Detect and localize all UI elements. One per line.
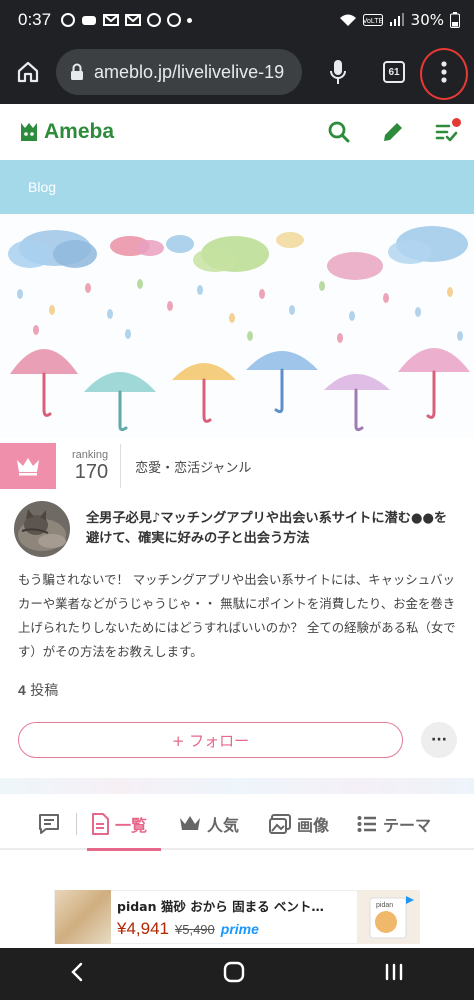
ad-choices-icon[interactable] xyxy=(405,895,415,905)
tab-count: 61 xyxy=(383,61,405,83)
ameba-mascot-icon xyxy=(21,123,37,141)
tab-switcher-button[interactable]: 61 xyxy=(374,40,414,104)
app-icon xyxy=(147,13,162,27)
blog-title[interactable]: 全男子必見♪マッチングアプリや出会い系サイトに潜む●●を避けて、確実に好みの子と… xyxy=(86,509,460,549)
crown-icon xyxy=(180,816,201,830)
ranking-divider xyxy=(120,444,122,488)
ranking-value: 170 xyxy=(74,460,109,483)
search-icon xyxy=(328,121,350,143)
blog-header-image xyxy=(0,214,474,438)
recents-icon xyxy=(386,963,403,981)
more-options-button[interactable]: ··· xyxy=(421,722,457,758)
product-bag-icon: pidan xyxy=(369,897,407,939)
back-button[interactable] xyxy=(70,962,84,986)
post-count-value: 4 xyxy=(18,682,26,698)
highlight-circle xyxy=(420,48,468,100)
signal-icon xyxy=(389,13,404,26)
blog-profile: 全男子必見♪マッチングアプリや出会い系サイトに潜む●●を避けて、確実に好みの子と… xyxy=(14,500,460,558)
tab-separator xyxy=(76,813,77,835)
ranking-badge xyxy=(0,443,56,489)
notification-badge xyxy=(452,118,461,127)
follow-button[interactable]: + フォロー xyxy=(18,722,403,758)
pet-icon xyxy=(82,16,97,25)
rain-umbrella-illustration xyxy=(8,226,470,432)
gmail-icon xyxy=(125,14,142,26)
ranking-genre[interactable]: 恋愛・恋活ジャンル xyxy=(135,457,251,476)
write-post-button[interactable] xyxy=(366,104,420,160)
browser-toolbar: ameblo.jp/livelivelive-19 61 xyxy=(0,40,474,104)
ranking-row[interactable]: ranking 170 恋愛・恋活ジャンル xyxy=(0,440,474,492)
home-nav-button[interactable] xyxy=(223,961,245,987)
browser-menu-button[interactable] xyxy=(414,40,474,104)
cat-photo xyxy=(14,501,70,557)
system-nav-bar xyxy=(0,948,474,1000)
back-icon xyxy=(70,962,82,982)
list-icon xyxy=(357,816,377,832)
comment-tab[interactable] xyxy=(0,813,60,835)
address-bar[interactable]: ameblo.jp/livelivelive-19 xyxy=(56,49,302,95)
microphone-icon xyxy=(330,60,346,84)
tab-label: 一覧 xyxy=(115,816,148,835)
ameba-header: Ameba xyxy=(0,104,474,160)
home-button[interactable] xyxy=(0,40,56,104)
recents-button[interactable] xyxy=(384,963,404,985)
home-icon xyxy=(17,61,39,83)
notifications-button[interactable] xyxy=(420,104,474,160)
ad-old-price: ¥5,490 xyxy=(175,921,215,937)
blog-label[interactable]: Blog xyxy=(28,179,56,195)
blog-band: Blog xyxy=(0,160,474,214)
post-count-label: 投稿 xyxy=(30,683,59,699)
tab-list[interactable]: 一覧 xyxy=(86,799,162,851)
ameba-logo[interactable]: Ameba xyxy=(18,119,114,145)
app-icon xyxy=(167,13,182,27)
ranking-label: ranking xyxy=(72,448,109,461)
search-button[interactable] xyxy=(312,104,366,160)
tab-images[interactable]: 画像 xyxy=(269,799,329,849)
tab-popular[interactable]: 人気 xyxy=(179,799,239,849)
blog-tabs: 一覧 人気 画像 テーマ xyxy=(0,799,474,851)
tab-label: テーマ xyxy=(383,816,432,835)
logo-text: Ameba xyxy=(44,120,115,143)
svg-text:VoLTE: VoLTE xyxy=(363,18,383,25)
decorative-strip xyxy=(0,778,474,794)
notification-icons xyxy=(61,13,193,27)
ad-title: pidan 猫砂 おから 固まる ベント… xyxy=(117,898,324,914)
status-bar: 0:37 VoLTE 30% xyxy=(0,0,474,40)
pencil-icon xyxy=(384,123,402,141)
tab-label: 人気 xyxy=(207,816,240,835)
document-icon xyxy=(92,813,109,835)
post-count: 4 投稿 xyxy=(18,680,58,700)
ad-banner[interactable]: pidan 猫砂 おから 固まる ベント… ¥4,941 ¥5,490 prim… xyxy=(54,890,420,944)
blog-description: もう騙されないで！ マッチングアプリや出会い系サイトには、キャッシュバッカーや業… xyxy=(18,572,456,659)
ad-price: ¥4,941 xyxy=(117,918,169,938)
voice-search-button[interactable] xyxy=(302,40,374,104)
comment-list-icon xyxy=(39,814,59,834)
ad-product-image xyxy=(55,890,111,944)
tab-themes[interactable]: テーマ xyxy=(357,799,431,849)
clock: 0:37 xyxy=(18,10,52,29)
wifi-icon xyxy=(339,14,356,26)
more-notifications-icon xyxy=(187,17,193,23)
ad-thumb-brand: pidan xyxy=(376,902,393,909)
url-text: ameblo.jp/livelivelive-19 xyxy=(94,61,285,82)
tab-label: 画像 xyxy=(297,816,330,835)
ad-prime-badge: prime xyxy=(220,920,259,937)
gmail-icon xyxy=(103,14,120,26)
volte-icon: VoLTE xyxy=(362,14,383,26)
follow-row: + フォロー ··· xyxy=(18,721,458,759)
image-icon xyxy=(269,814,292,834)
avatar[interactable] xyxy=(14,501,70,557)
home-circle-icon xyxy=(223,961,245,983)
crown-icon xyxy=(17,458,39,476)
battery-icon xyxy=(450,12,460,28)
lock-icon xyxy=(71,63,83,80)
battery-percent: 30% xyxy=(410,11,444,29)
alarm-icon xyxy=(61,13,76,27)
